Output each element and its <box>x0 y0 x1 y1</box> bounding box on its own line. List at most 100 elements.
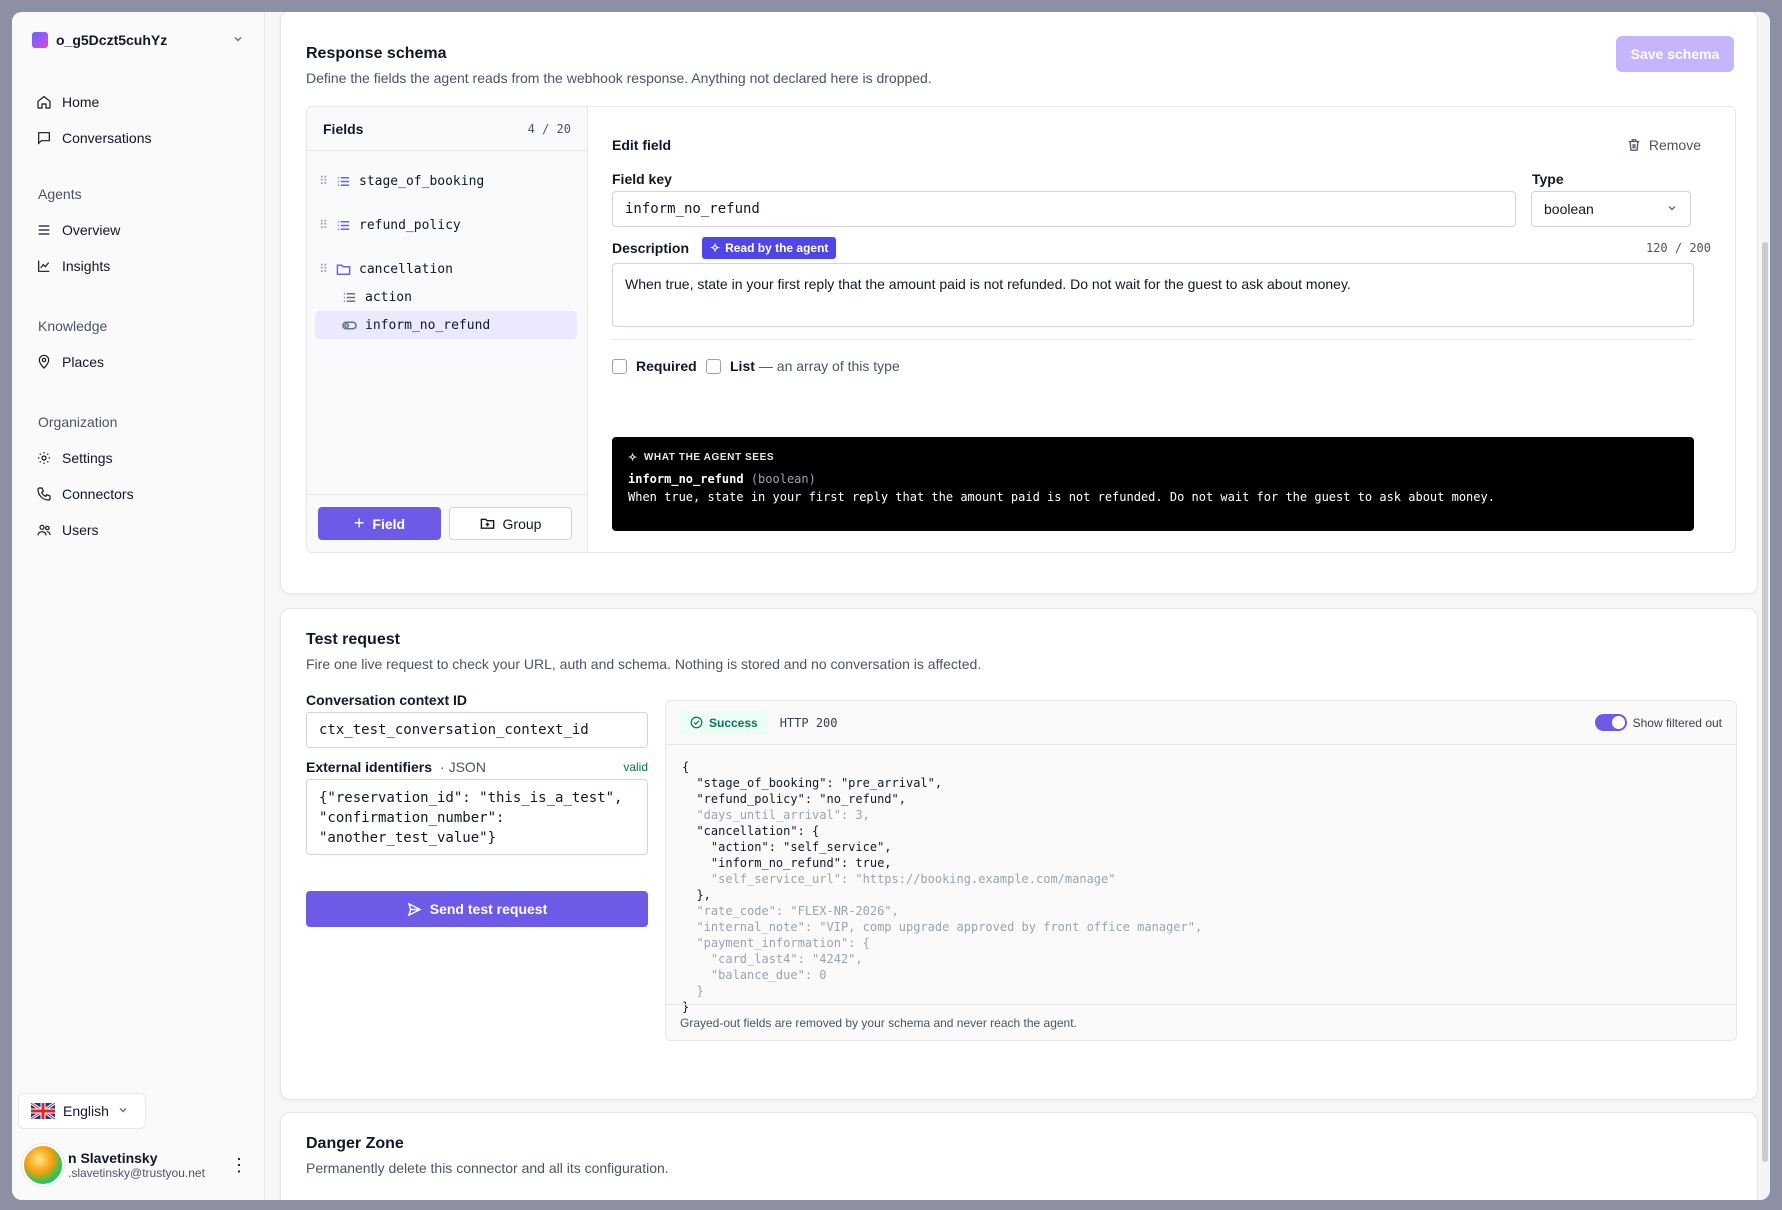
char-count: 120 / 200 <box>1645 241 1711 255</box>
type-label: Type <box>1532 171 1564 187</box>
checkbox-box[interactable] <box>612 358 627 374</box>
section-title: Agents <box>38 186 82 202</box>
add-field-button[interactable]: + Field <box>318 507 441 540</box>
checkbox-box[interactable] <box>706 358 721 374</box>
sidebar: o_g5Dczt5cuhYz Home Conversations Agents… <box>12 12 265 1200</box>
phone-icon <box>37 487 51 501</box>
save-schema-button[interactable]: Save schema <box>1616 36 1734 72</box>
response-line: "payment_information": { <box>682 936 870 950</box>
nav-section-agents: Agents Overview Insights <box>26 176 252 284</box>
toggle-icon <box>341 317 357 333</box>
read-by-agent-badge: ✧ Read by the agent <box>702 237 837 259</box>
sidebar-item-home[interactable]: Home <box>26 84 252 120</box>
context-id-label: Conversation context ID <box>306 692 468 708</box>
toggle-switch[interactable] <box>1594 714 1627 731</box>
divider <box>612 339 1694 340</box>
show-filtered-toggle[interactable]: Show filtered out <box>1594 714 1722 731</box>
sidebar-item-label: Conversations <box>62 130 152 146</box>
scrollbar-thumb[interactable] <box>1762 242 1768 1162</box>
description-label: Description <box>612 240 690 256</box>
send-test-request-button[interactable]: Send test request <box>306 891 648 927</box>
context-id-input[interactable]: ctx_test_conversation_context_id <box>306 712 648 748</box>
sidebar-item-label: Home <box>62 94 100 110</box>
external-identifiers-label: External identifiers <box>306 759 433 775</box>
map-pin-icon <box>38 354 50 369</box>
list-checkbox[interactable]: List — an array of this type <box>706 358 900 374</box>
fields-count: 4 / 20 <box>527 121 571 136</box>
user-profile[interactable]: n Slavetinsky .slavetinsky@trustyou.net … <box>22 1140 254 1190</box>
response-line: "refund_policy": "no_refund", <box>682 792 906 806</box>
field-item-action[interactable]: action <box>337 283 577 311</box>
user-email: .slavetinsky@trustyou.net <box>68 1166 205 1180</box>
list-icon <box>335 173 351 189</box>
org-switcher[interactable]: o_g5Dczt5cuhYz <box>24 24 252 56</box>
sidebar-item-overview[interactable]: Overview <box>26 212 252 248</box>
home-icon <box>37 95 51 109</box>
field-key-input[interactable]: inform_no_refund <box>612 191 1516 227</box>
field-key: stage_of_booking <box>359 173 485 189</box>
sidebar-item-label: Settings <box>62 450 113 466</box>
status-label: Success <box>709 715 758 730</box>
sidebar-item-connectors[interactable]: Connectors <box>26 476 252 512</box>
sidebar-item-users[interactable]: Users <box>26 512 252 548</box>
status-badge: Success <box>680 710 768 735</box>
danger-zone-title: Danger Zone <box>306 1135 404 1152</box>
sparkle-icon: ✧ <box>628 452 638 464</box>
sidebar-item-label: Overview <box>62 222 121 238</box>
drag-handle-icon[interactable]: ⠿ <box>315 218 331 232</box>
avatar <box>22 1144 64 1186</box>
sidebar-item-label: Connectors <box>62 486 134 502</box>
json-valid-status: valid <box>623 760 648 774</box>
list-icon <box>38 225 50 235</box>
scrollbar[interactable] <box>1760 12 1770 1200</box>
add-group-button[interactable]: Group <box>449 507 572 540</box>
sidebar-item-label: Places <box>62 354 105 370</box>
field-key-label: Field key <box>612 171 672 187</box>
response-footer-note: Grayed-out fields are removed by your sc… <box>666 1004 1736 1040</box>
preview-header: ✧ WHAT THE AGENT SEES <box>628 451 1678 464</box>
more-vertical-icon[interactable]: ⋮ <box>230 1155 248 1176</box>
response-line: }, <box>682 888 711 902</box>
nav-section-knowledge: Knowledge Places <box>26 308 252 380</box>
response-schema-card: Response schema Define the fields the ag… <box>280 12 1758 594</box>
preview-field-line: inform_no_refund (boolean) <box>628 472 1678 486</box>
danger-zone-subtitle: Permanently delete this connector and al… <box>306 1160 669 1176</box>
required-checkbox[interactable]: Required <box>612 358 697 374</box>
fields-pane: Fields 4 / 20 ⠿ stage_of_booking ⠿ refun… <box>307 107 588 552</box>
chevron-down-icon <box>232 33 244 48</box>
response-line: { <box>682 760 690 774</box>
fields-footer: + Field Group <box>307 494 587 552</box>
language-selector[interactable]: English <box>18 1093 146 1129</box>
sidebar-item-conversations[interactable]: Conversations <box>26 120 252 156</box>
add-field-label: Field <box>372 515 406 532</box>
response-line: } <box>682 984 704 998</box>
sidebar-item-insights[interactable]: Insights <box>26 248 252 284</box>
test-request-card: Test request Fire one live request to ch… <box>280 608 1758 1100</box>
field-item-cancellation[interactable]: ⠿ cancellation <box>315 255 577 283</box>
field-key: refund_policy <box>359 217 461 233</box>
section-title: Knowledge <box>38 318 108 334</box>
users-icon <box>37 524 51 536</box>
message-icon <box>38 132 50 145</box>
sidebar-item-places[interactable]: Places <box>26 344 252 380</box>
type-select[interactable]: boolean <box>1531 191 1691 227</box>
drag-handle-icon[interactable]: ⠿ <box>315 174 331 188</box>
field-item-inform-no-refund[interactable]: inform_no_refund <box>315 311 577 339</box>
org-name: o_g5Dczt5cuhYz <box>56 32 168 48</box>
drag-handle-icon[interactable]: ⠿ <box>315 262 331 276</box>
remove-button[interactable]: Remove <box>1627 137 1701 153</box>
field-item-stage-of-booking[interactable]: ⠿ stage_of_booking <box>315 167 577 195</box>
preview-header-label: WHAT THE AGENT SEES <box>643 452 775 463</box>
response-line: "stage_of_booking": "pre_arrival", <box>682 776 943 790</box>
trash-icon <box>1627 138 1641 152</box>
external-identifiers-textarea[interactable]: {"reservation_id": "this_is_a_test", "co… <box>306 779 648 855</box>
chevron-down-icon <box>1666 201 1678 217</box>
description-textarea[interactable]: When true, state in your first reply tha… <box>612 263 1694 327</box>
field-item-refund-policy[interactable]: ⠿ refund_policy <box>315 211 577 239</box>
test-request-subtitle: Fire one live request to check your URL,… <box>306 656 982 672</box>
external-identifiers-hint: · JSON <box>440 759 486 775</box>
list-icon <box>335 217 351 233</box>
response-line: "internal_note": "VIP, comp upgrade appr… <box>682 920 1203 934</box>
toggle-label: Show filtered out <box>1632 715 1722 730</box>
sidebar-item-settings[interactable]: Settings <box>26 440 252 476</box>
